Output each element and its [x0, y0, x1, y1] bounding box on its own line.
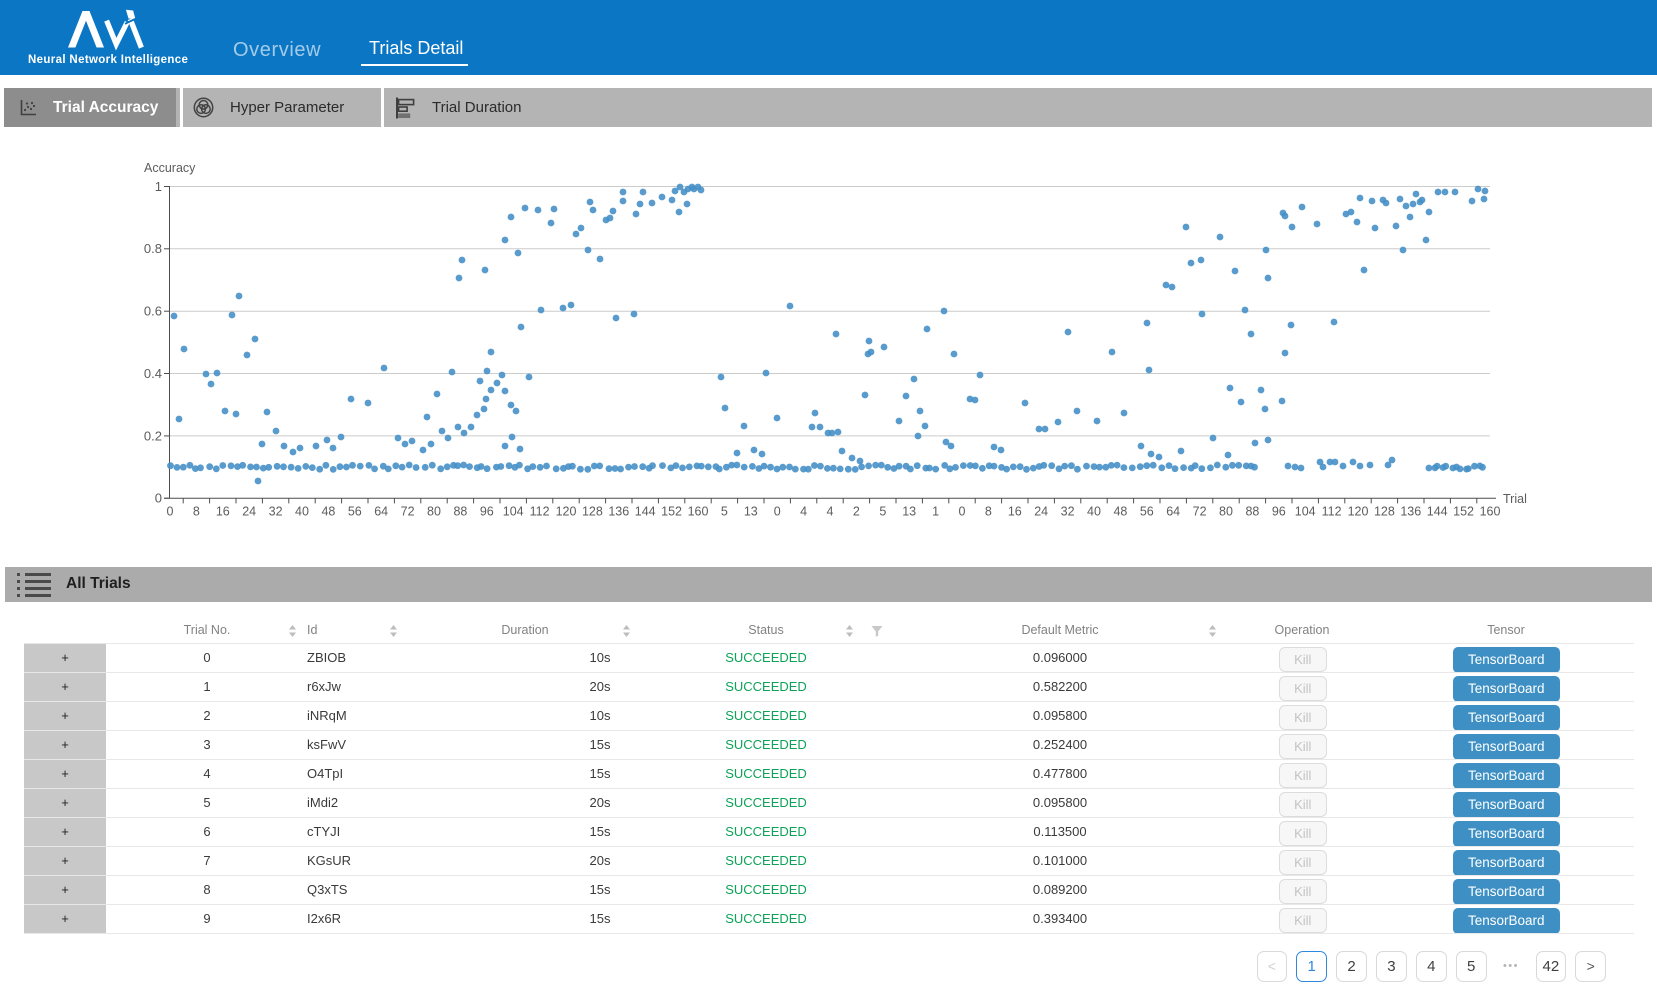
- svg-text:Trial: Trial: [1503, 492, 1527, 506]
- svg-text:120: 120: [1348, 505, 1369, 519]
- svg-text:5: 5: [721, 505, 728, 519]
- svg-text:4: 4: [827, 505, 834, 519]
- svg-text:13: 13: [902, 505, 916, 519]
- svg-text:144: 144: [1427, 505, 1448, 519]
- svg-text:8: 8: [985, 505, 992, 519]
- svg-text:160: 160: [1480, 505, 1501, 519]
- svg-text:64: 64: [374, 505, 388, 519]
- svg-text:40: 40: [1087, 505, 1101, 519]
- svg-text:1: 1: [155, 179, 162, 194]
- svg-text:128: 128: [582, 505, 603, 519]
- svg-text:0: 0: [167, 505, 174, 519]
- svg-text:96: 96: [480, 505, 494, 519]
- svg-text:0.6: 0.6: [144, 304, 162, 319]
- svg-text:16: 16: [216, 505, 230, 519]
- svg-text:0: 0: [155, 491, 162, 506]
- svg-text:16: 16: [1008, 505, 1022, 519]
- svg-text:24: 24: [242, 505, 256, 519]
- svg-text:32: 32: [1061, 505, 1075, 519]
- svg-text:160: 160: [688, 505, 709, 519]
- svg-text:88: 88: [453, 505, 467, 519]
- svg-text:56: 56: [348, 505, 362, 519]
- svg-text:5: 5: [879, 505, 886, 519]
- svg-text:1: 1: [932, 505, 939, 519]
- svg-text:80: 80: [427, 505, 441, 519]
- svg-text:136: 136: [1400, 505, 1421, 519]
- svg-text:13: 13: [744, 505, 758, 519]
- svg-text:104: 104: [503, 505, 524, 519]
- svg-text:40: 40: [295, 505, 309, 519]
- svg-text:0: 0: [959, 505, 966, 519]
- svg-text:152: 152: [1453, 505, 1474, 519]
- svg-text:136: 136: [608, 505, 629, 519]
- svg-text:0.2: 0.2: [144, 428, 162, 443]
- svg-text:0.8: 0.8: [144, 241, 162, 256]
- svg-text:128: 128: [1374, 505, 1395, 519]
- svg-text:72: 72: [1193, 505, 1207, 519]
- svg-text:112: 112: [530, 505, 550, 519]
- svg-text:96: 96: [1272, 505, 1286, 519]
- svg-text:104: 104: [1295, 505, 1316, 519]
- svg-text:8: 8: [193, 505, 200, 519]
- svg-text:80: 80: [1219, 505, 1233, 519]
- svg-text:24: 24: [1034, 505, 1048, 519]
- svg-text:120: 120: [556, 505, 577, 519]
- svg-text:152: 152: [661, 505, 682, 519]
- svg-text:144: 144: [635, 505, 656, 519]
- svg-text:64: 64: [1166, 505, 1180, 519]
- svg-text:88: 88: [1245, 505, 1259, 519]
- svg-text:32: 32: [269, 505, 283, 519]
- svg-text:72: 72: [401, 505, 415, 519]
- svg-text:48: 48: [1113, 505, 1127, 519]
- svg-text:112: 112: [1322, 505, 1342, 519]
- svg-text:Accuracy: Accuracy: [144, 161, 196, 175]
- svg-text:48: 48: [321, 505, 335, 519]
- svg-text:0: 0: [774, 505, 781, 519]
- svg-text:56: 56: [1140, 505, 1154, 519]
- svg-text:4: 4: [800, 505, 807, 519]
- svg-text:0.4: 0.4: [144, 366, 162, 381]
- svg-text:2: 2: [853, 505, 860, 519]
